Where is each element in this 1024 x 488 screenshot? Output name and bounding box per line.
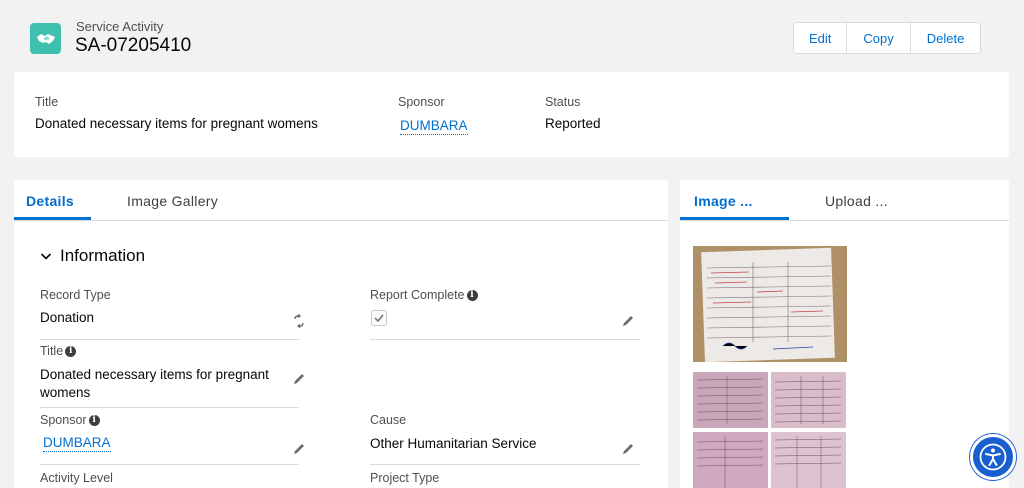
title-value: Donated necessary items for pregnant wom…: [40, 367, 269, 400]
details-card: Details Image Gallery Information Record…: [14, 180, 668, 488]
info-icon[interactable]: i: [466, 289, 478, 301]
gallery-image-thumbnail[interactable]: [771, 432, 846, 488]
chevron-down-icon: [40, 253, 52, 260]
record-type-label: Record Type: [40, 288, 111, 302]
info-icon[interactable]: i: [88, 414, 100, 426]
edit-cause-pencil-icon[interactable]: [621, 442, 635, 456]
highlight-title-label: Title: [35, 95, 59, 109]
highlight-status-label: Status: [545, 95, 581, 109]
section-title: Information: [60, 246, 146, 265]
active-tab-indicator: [14, 217, 91, 220]
highlights-panel: Title Donated necessary items for pregna…: [14, 72, 1009, 157]
report-complete-label: Report Complete i: [370, 288, 478, 302]
title-label: Title i: [40, 344, 77, 358]
tab-image-list[interactable]: Image ...: [694, 193, 753, 209]
field-divider: [40, 407, 299, 408]
tab-image-gallery[interactable]: Image Gallery: [127, 193, 218, 209]
record-header: Service Activity SA-07205410 Edit Copy D…: [14, 10, 1009, 70]
section-information-toggle[interactable]: Information: [40, 246, 145, 266]
accessibility-icon: [979, 443, 1007, 471]
gallery-image-thumbnail[interactable]: [771, 372, 846, 428]
cause-value: Other Humanitarian Service: [370, 436, 537, 451]
edit-sponsor-pencil-icon[interactable]: [292, 442, 306, 456]
highlight-title-value: Donated necessary items for pregnant wom…: [35, 116, 318, 131]
gallery-image-thumbnail[interactable]: [693, 432, 768, 488]
edit-report-complete-pencil-icon[interactable]: [621, 314, 635, 328]
record-action-buttons: Edit Copy Delete: [793, 22, 982, 54]
checkmark-icon: [374, 314, 384, 322]
side-tabset: Image ... Upload ...: [680, 180, 1009, 221]
active-tab-indicator: [680, 217, 789, 220]
delete-button[interactable]: Delete: [910, 23, 981, 53]
activity-level-label: Activity Level: [40, 471, 113, 485]
highlight-sponsor-label: Sponsor: [398, 95, 445, 109]
change-record-type-icon[interactable]: [292, 314, 306, 328]
field-divider: [370, 464, 640, 465]
edit-title-pencil-icon[interactable]: [292, 372, 306, 386]
gallery-image-thumbnail[interactable]: [693, 372, 768, 428]
details-tabset: Details Image Gallery: [14, 180, 668, 221]
image-side-panel: Image ... Upload ...: [680, 180, 1009, 488]
record-name: SA-07205410: [75, 35, 192, 56]
cause-label: Cause: [370, 413, 407, 427]
object-type-label: Service Activity: [76, 19, 164, 34]
tab-upload[interactable]: Upload ...: [825, 193, 888, 209]
sponsor-label: Sponsor i: [40, 413, 100, 427]
handshake-icon: [30, 23, 61, 54]
highlight-status-value: Reported: [545, 116, 601, 131]
info-icon[interactable]: i: [65, 345, 77, 357]
project-type-label: Project Type: [370, 471, 440, 485]
tab-details[interactable]: Details: [26, 193, 74, 209]
field-divider: [370, 339, 640, 340]
highlight-sponsor-link[interactable]: DUMBARA: [400, 118, 468, 135]
copy-button[interactable]: Copy: [847, 23, 911, 53]
sponsor-link[interactable]: DUMBARA: [43, 435, 111, 452]
report-complete-checkbox: [371, 310, 387, 326]
field-divider: [40, 464, 299, 465]
edit-button[interactable]: Edit: [794, 23, 848, 53]
gallery-image-thumbnail[interactable]: [693, 246, 847, 362]
field-divider: [40, 339, 299, 340]
record-type-value: Donation: [40, 310, 95, 325]
accessibility-button[interactable]: [970, 434, 1016, 480]
